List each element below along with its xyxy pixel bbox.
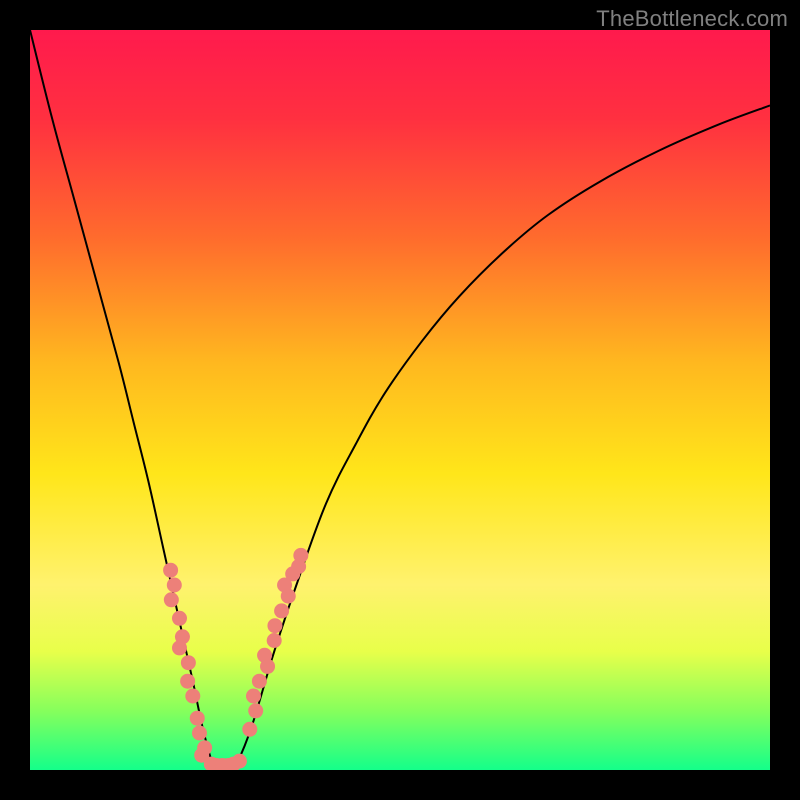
marker-dot [248, 703, 263, 718]
marker-dot [167, 578, 182, 593]
marker-dot [291, 559, 306, 574]
chart-container: TheBottleneck.com [0, 0, 800, 800]
marker-dot [274, 603, 289, 618]
marker-dot [267, 633, 282, 648]
marker-dot [181, 655, 196, 670]
marker-dot [163, 563, 178, 578]
chart-svg [30, 30, 770, 770]
marker-dot [252, 674, 267, 689]
plot-area [30, 30, 770, 770]
marker-dot [172, 611, 187, 626]
marker-dot [232, 754, 247, 769]
marker-dot [164, 592, 179, 607]
marker-dot [246, 689, 261, 704]
marker-dot [267, 618, 282, 633]
gradient-background [30, 30, 770, 770]
marker-dot [185, 689, 200, 704]
marker-dot [180, 674, 195, 689]
watermark-text: TheBottleneck.com [596, 6, 788, 32]
marker-dot [257, 648, 272, 663]
marker-dot [192, 726, 207, 741]
marker-dot [242, 722, 257, 737]
marker-dot [172, 640, 187, 655]
marker-dot [190, 711, 205, 726]
